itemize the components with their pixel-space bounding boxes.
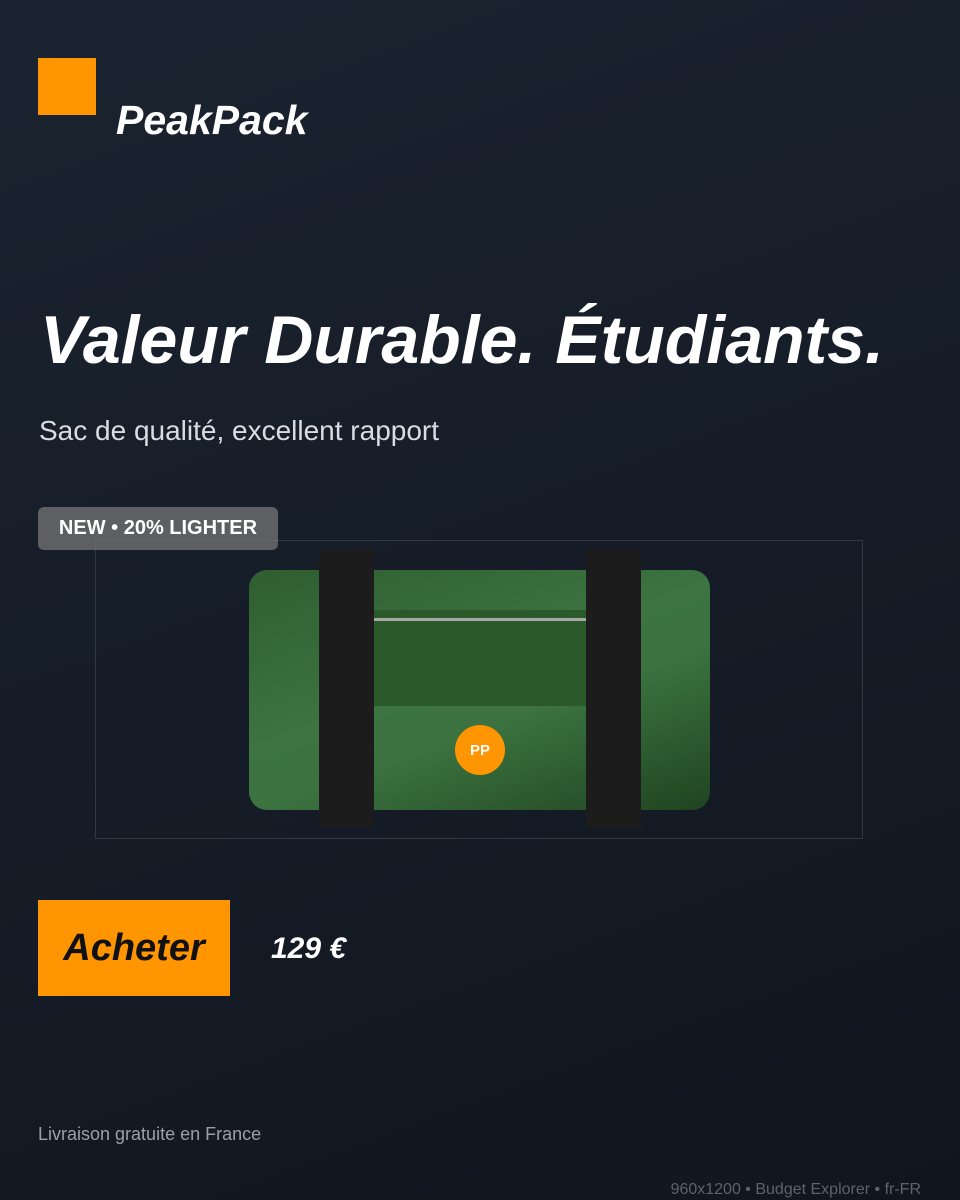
duffel-bag-strap-right [586, 549, 641, 828]
hero-headline: Valeur Durable. Étudiants. [40, 302, 884, 378]
duffel-bag-strap-left [319, 549, 374, 828]
buy-button[interactable]: Acheter [38, 900, 230, 996]
footer-meta: 960x1200 • Budget Explorer • fr-FR [670, 1181, 921, 1198]
duffel-bag-zipper [374, 618, 586, 621]
price-label: 129 € [271, 932, 347, 965]
hero-subheadline: Sac de qualité, excellent rapport [39, 415, 440, 446]
brand-logo-square [38, 58, 96, 115]
bag-logo-badge: PP [455, 725, 505, 775]
product-badge: NEW • 20% LIGHTER [38, 507, 278, 550]
duffel-bag-pocket [374, 610, 586, 706]
brand-name: PeakPack [116, 97, 308, 143]
shipping-note: Livraison gratuite en France [38, 1124, 262, 1144]
